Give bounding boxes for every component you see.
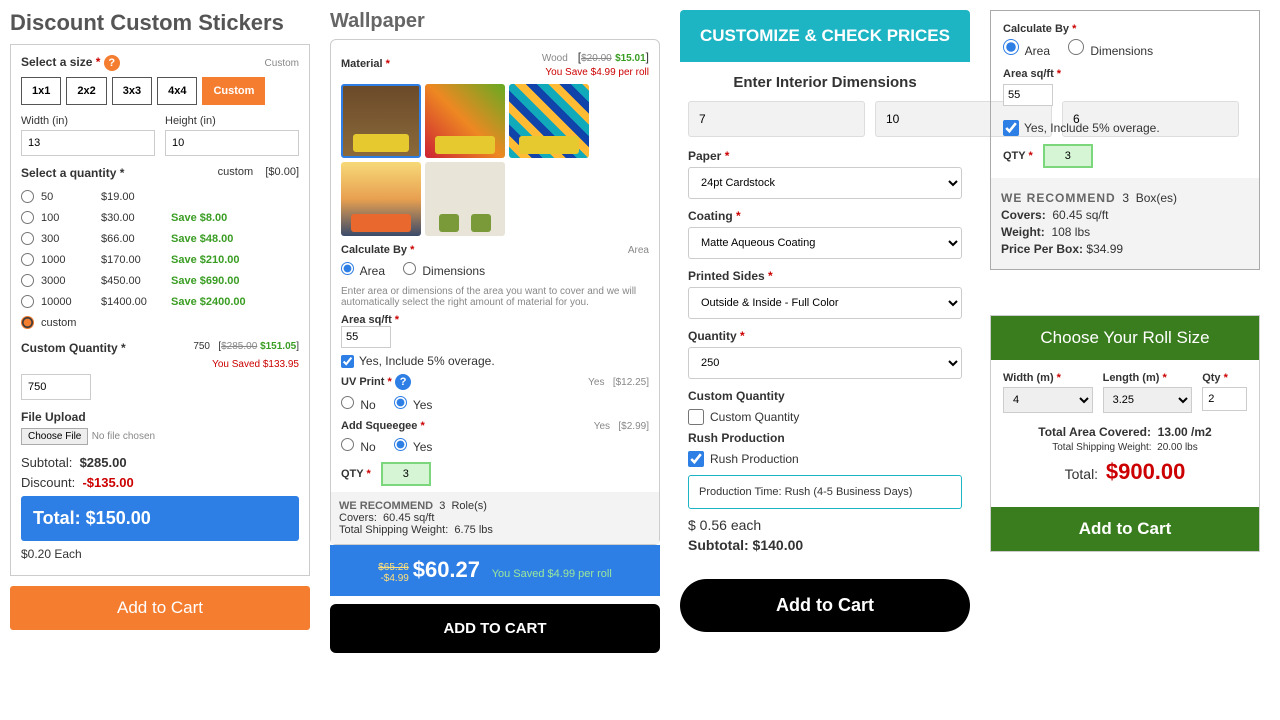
qty-radio-custom[interactable] <box>21 316 34 329</box>
qty-input[interactable] <box>1043 144 1093 168</box>
you-saved: You Saved $133.95 <box>21 359 299 370</box>
qty-label: Select a quantity * <box>21 166 124 180</box>
area-input[interactable] <box>1003 84 1053 106</box>
size-3x3[interactable]: 3x3 <box>112 77 152 105</box>
paper-select[interactable]: 24pt Cardstock <box>688 167 962 199</box>
area-input[interactable] <box>341 326 391 348</box>
roll-panel: Choose Your Roll Size Width (m)4 Length … <box>990 315 1260 552</box>
stickers-form: Select a size ? Custom 1x1 2x2 3x3 4x4 C… <box>10 44 310 576</box>
size-4x4[interactable]: 4x4 <box>157 77 197 105</box>
material-label: Material <box>341 58 390 70</box>
qty-radio-1000[interactable] <box>21 253 34 266</box>
height-input[interactable] <box>165 130 299 156</box>
total-bar: Total: $150.00 <box>21 496 299 541</box>
sq-yes[interactable]: Yes <box>394 438 433 454</box>
uv-yes[interactable]: Yes <box>394 396 433 412</box>
calc-area[interactable]: Area <box>1003 39 1050 58</box>
each-price: $0.20 Each <box>21 547 299 561</box>
width-input[interactable] <box>21 130 155 156</box>
custom-qty-label: Custom Quantity * <box>21 341 126 355</box>
swatch-wood[interactable] <box>341 84 421 158</box>
qty-select[interactable]: 250 <box>688 347 962 379</box>
stickers-panel: Discount Custom Stickers Select a size ?… <box>10 10 310 653</box>
material-swatches <box>341 84 649 236</box>
size-2x2[interactable]: 2x2 <box>66 77 106 105</box>
sq-no[interactable]: No <box>341 438 376 454</box>
rush-msg: Production Time: Rush (4-5 Business Days… <box>688 475 962 509</box>
coating-select[interactable]: Matte Aqueous Coating <box>688 227 962 259</box>
help-icon[interactable]: ? <box>395 374 411 390</box>
size-label: Select a size <box>21 55 100 69</box>
recommend-box: WE RECOMMEND 3 Role(s) Covers: 60.45 sq/… <box>331 492 659 544</box>
calc-dim[interactable]: Dimensions <box>1068 39 1153 58</box>
swatch-geo[interactable] <box>509 84 589 158</box>
dims-title: Enter Interior Dimensions <box>688 74 962 91</box>
qty-input[interactable] <box>1202 387 1247 411</box>
size-custom[interactable]: Custom <box>202 77 265 105</box>
custom-qty-check[interactable] <box>688 409 704 425</box>
calc-area[interactable]: Area <box>341 262 385 278</box>
add-to-cart-button[interactable]: Add to Cart <box>680 579 970 632</box>
swatch-plain[interactable] <box>425 162 505 236</box>
width-label: Width (in) <box>21 115 155 127</box>
dim-1[interactable] <box>688 101 865 137</box>
width-select[interactable]: 4 <box>1003 387 1093 413</box>
calc-panel: Calculate By Area Dimensions Area sq/ft … <box>990 10 1260 270</box>
wallpaper-title: Wallpaper <box>330 10 660 33</box>
swatch-sunset[interactable] <box>341 162 421 236</box>
file-button[interactable]: Choose File <box>21 428 88 445</box>
wallpaper-panel: Wallpaper Material Wood [$20.00 $15.01] … <box>330 10 660 653</box>
customize-panel: CUSTOMIZE & CHECK PRICES Enter Interior … <box>680 10 970 653</box>
swatch-leaves[interactable] <box>425 84 505 158</box>
stickers-title: Discount Custom Stickers <box>10 10 310 36</box>
calc-hint: Enter area or dimensions of the area you… <box>341 286 649 308</box>
qty-input[interactable] <box>381 462 431 486</box>
rush-check[interactable] <box>688 451 704 467</box>
qty-table: 50$19.00 100$30.00Save $8.00 300$66.00Sa… <box>21 186 299 333</box>
uv-no[interactable]: No <box>341 396 376 412</box>
length-select[interactable]: 3.25 <box>1103 387 1193 413</box>
subtotal: Subtotal: $140.00 <box>688 537 962 553</box>
custom-qty-input[interactable] <box>21 374 91 400</box>
add-to-cart-button[interactable]: Add to Cart <box>10 586 310 630</box>
file-label: File Upload <box>21 410 299 424</box>
sides-select[interactable]: Outside & Inside - Full Color <box>688 287 962 319</box>
size-selection: Custom <box>265 58 299 69</box>
qty-radio-50[interactable] <box>21 190 34 203</box>
roll-header: Choose Your Roll Size <box>991 316 1259 360</box>
height-label: Height (in) <box>165 115 299 127</box>
recommend-box: WE RECOMMEND 3 Box(es) Covers: 60.45 sq/… <box>991 178 1259 269</box>
size-options: 1x1 2x2 3x3 4x4 Custom <box>21 77 299 105</box>
add-to-cart-button[interactable]: ADD TO CART <box>330 604 660 653</box>
each-price: $ 0.56 each <box>688 517 962 533</box>
right-column: Calculate By Area Dimensions Area sq/ft … <box>990 10 1260 653</box>
overage-check[interactable] <box>1003 120 1019 136</box>
qty-radio-10000[interactable] <box>21 295 34 308</box>
price-bar: $65.26-$4.99 $60.27 You Saved $4.99 per … <box>330 545 660 596</box>
qty-radio-100[interactable] <box>21 211 34 224</box>
file-status: No file chosen <box>92 431 155 442</box>
overage-check[interactable] <box>341 355 354 368</box>
qty-radio-3000[interactable] <box>21 274 34 287</box>
customize-header: CUSTOMIZE & CHECK PRICES <box>680 10 970 62</box>
size-1x1[interactable]: 1x1 <box>21 77 61 105</box>
add-to-cart-button[interactable]: Add to Cart <box>991 507 1259 551</box>
calc-dim[interactable]: Dimensions <box>403 262 485 278</box>
qty-radio-300[interactable] <box>21 232 34 245</box>
help-icon[interactable]: ? <box>104 55 120 71</box>
